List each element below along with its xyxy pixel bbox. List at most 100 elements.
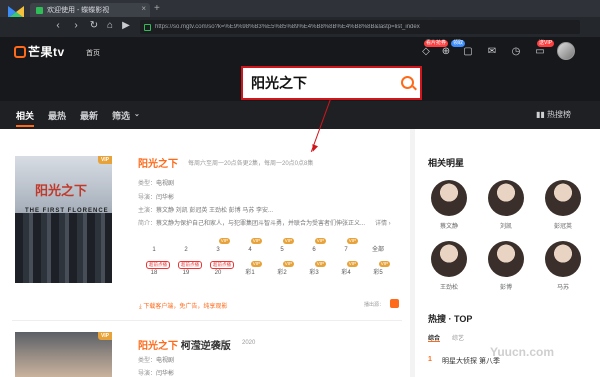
episode-button[interactable]: 彩3 VIP [300,261,328,280]
star-card[interactable]: 刘凯 [485,180,527,230]
tab-filter[interactable]: 筛选 [112,109,130,122]
upload-icon[interactable]: ⊕ [440,46,452,58]
episode-tag: VIP [314,238,326,244]
episode-label: 彩4 [341,270,351,276]
mgtv-source-icon[interactable] [390,299,399,308]
result2-title-main: 阳光之下 [138,341,178,352]
director-label: 导演： [138,195,157,201]
nav-home-link[interactable]: 首页 [86,48,100,58]
reload-icon[interactable]: ↻ [88,20,100,32]
episode-button[interactable]: 全部 [364,243,392,257]
media-icon[interactable]: ▶ [120,20,132,32]
episode-button[interactable]: 6 VIP [300,238,328,257]
episode-tag: VIP [250,261,262,267]
episode-button[interactable]: 3 VIP [204,238,232,257]
playback-source-label: 播出源： [364,302,385,308]
gift-icon[interactable]: ◇ [420,46,432,58]
star-card[interactable]: 蔡文静 [428,180,470,230]
hot-search-link[interactable]: ▮▮ 热搜榜 [536,109,571,120]
star-card[interactable]: 马苏 [542,241,584,291]
episode-tag: 超前点播 [146,261,170,269]
star-avatar [488,241,524,277]
address-bar[interactable]: https://so.mgtv.com/so?k=%E9%98%B3%E5%85… [140,20,580,34]
vip-tag: VIP [97,156,112,164]
star-card[interactable]: 王劲松 [428,241,470,291]
search-box[interactable]: 阳光之下 [241,66,422,100]
plot-more-link[interactable]: 详情 › [375,218,391,227]
logo-text: 芒果tv [28,45,65,59]
episode-button[interactable]: 4 VIP [236,238,264,257]
episode-tag: VIP [282,238,294,244]
chevron-down-icon[interactable]: ⌄ [134,110,140,118]
episode-button[interactable]: 5 VIP [268,238,296,257]
tab-related[interactable]: 相关 [16,109,34,122]
app-download-icon[interactable]: ▢ [462,46,474,58]
star-avatar [545,241,581,277]
director-value[interactable]: 闫华彬 [156,371,174,377]
top-tab-variety[interactable]: 综艺 [452,333,464,342]
vip-icon[interactable]: ▭ [534,46,546,58]
forward-icon[interactable]: › [70,20,82,32]
user-avatar[interactable] [557,42,575,60]
result1-type: 类型：电视剧 [138,178,174,187]
back-icon[interactable]: ‹ [52,20,64,32]
browser-titlebar: 欢迎使用 - 蝶蝶影视 × + [0,0,600,26]
tab-close-icon[interactable]: × [141,4,146,13]
episode-tag: 超前点播 [210,261,234,269]
hot-top-heading: 热搜 · TOP [428,314,473,324]
tab-hottest[interactable]: 最热 [48,109,66,122]
message-icon[interactable]: ✉ [486,46,498,58]
result2-director: 导演：闫华彬 [138,368,174,377]
star-avatar [431,180,467,216]
episode-button[interactable]: 彩1 VIP [236,261,264,280]
episode-button[interactable]: 20 超前点播 [204,261,234,280]
home-icon[interactable]: ⌂ [104,20,116,32]
result1-poster[interactable]: 阳光之下 THE FIRST FLORENCE VIP [15,156,112,283]
episode-label: 1 [152,247,156,253]
episode-label: 彩3 [309,270,319,276]
episode-button[interactable]: 18 超前点播 [140,261,170,280]
star-name: 刘凯 [499,224,512,230]
star-name: 马苏 [556,285,569,291]
result1-director: 导演：闫华彬 [138,192,174,201]
episode-button[interactable]: 7 VIP [332,238,360,257]
episode-button[interactable]: 1 [140,243,168,257]
episode-button[interactable]: 彩4 VIP [332,261,360,280]
episode-label: 6 [312,247,316,253]
episode-label: 18 [150,270,158,276]
episode-label: 7 [344,247,348,253]
star-card[interactable]: 彭冠英 [542,180,584,230]
mgtv-logo-icon [14,45,26,58]
episode-label: 19 [182,270,190,276]
star-card[interactable]: 彭博 [485,241,527,291]
result2-poster[interactable]: VIP [15,332,112,377]
filter-bar: 相关 最热 最新 筛选 ⌄ ▮▮ 热搜榜 [0,101,600,129]
history-icon[interactable]: ◷ [510,46,522,58]
search-icon[interactable] [401,76,414,89]
download-text: 下载客户端，免广告，纯享观影 [143,304,228,310]
browser-tab[interactable]: 欢迎使用 - 蝶蝶影视 × [30,3,150,17]
send-vip-badge[interactable]: 送VIP [537,40,555,47]
mgtv-logo[interactable]: 芒果tv [14,43,65,60]
director-value[interactable]: 闫华彬 [156,195,174,201]
star-name: 彭冠英 [553,224,572,230]
new-tab-icon[interactable]: + [154,3,160,14]
episode-button[interactable]: 19 超前点播 [172,261,202,280]
tab-newest[interactable]: 最新 [80,109,98,122]
search-input[interactable]: 阳光之下 [251,73,307,93]
download-client-link[interactable]: ⤓ 下载客户端，免广告，纯享观影 [139,301,227,311]
type-label: 类型： [138,181,157,187]
episode-label: 2 [184,247,188,253]
star-name: 王劲松 [439,285,458,291]
type-value: 电视剧 [156,181,175,187]
result2-title[interactable]: 阳光之下 柯滢逆袭版 [138,337,231,352]
episode-tag: VIP [314,261,326,267]
episode-button[interactable]: 2 [172,243,200,257]
cast-value[interactable]: 蔡文静 刘凯 彭冠英 王劲松 彭博 马苏 李安... [156,208,273,214]
result1-title[interactable]: 阳光之下 [138,155,178,170]
star-name: 蔡文静 [439,224,458,230]
episode-button[interactable]: 彩2 VIP [268,261,296,280]
episode-tag: 超前点播 [178,261,202,269]
result-divider [12,320,402,321]
episode-button[interactable]: 彩5 VIP [364,261,392,280]
